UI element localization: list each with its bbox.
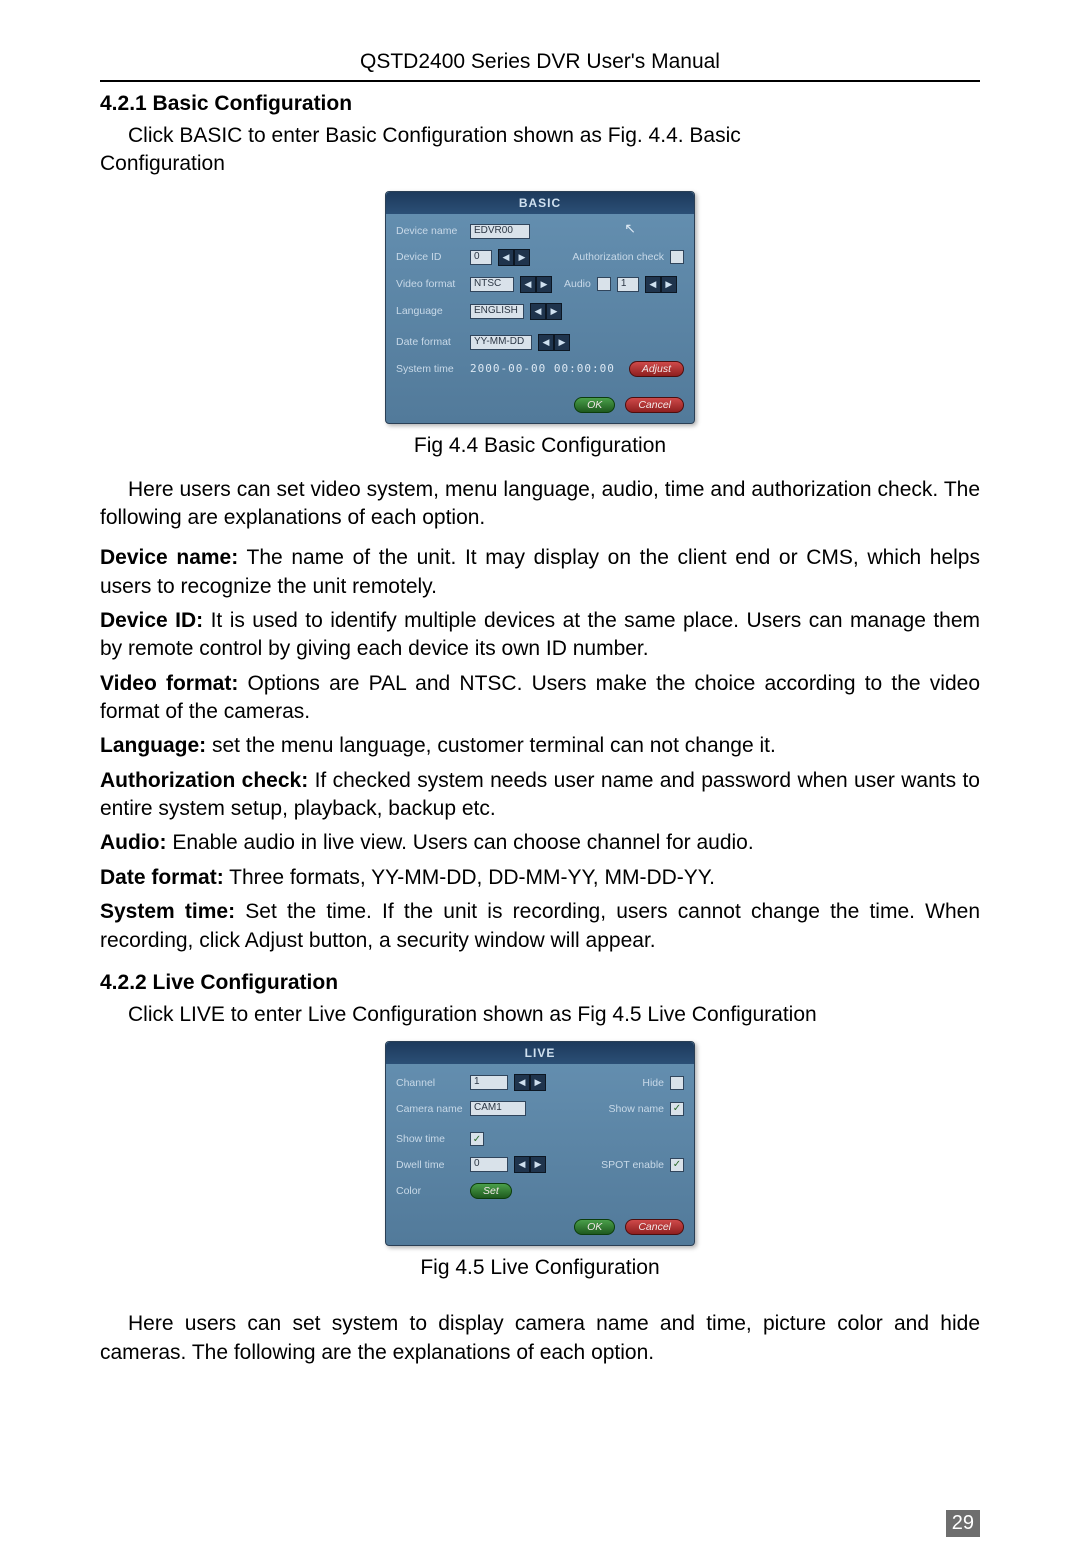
basic-intro-line1: Click BASIC to enter Basic Configuration…	[100, 122, 980, 150]
video-format-select[interactable]: NTSC	[470, 277, 514, 292]
device-id-spinner[interactable]: ◀ ▶	[498, 249, 530, 266]
label-video-format: Video format	[396, 278, 464, 290]
adjust-button[interactable]: Adjust	[629, 361, 684, 377]
opt-audio: Audio: Enable audio in live view. Users …	[100, 829, 980, 857]
date-format-select[interactable]: YY-MM-DD	[470, 335, 532, 350]
spinner-right-icon[interactable]: ▶	[530, 1156, 546, 1173]
spinner-left-icon[interactable]: ◀	[530, 303, 546, 320]
label-show-time: Show time	[396, 1133, 464, 1145]
date-format-spinner[interactable]: ◀ ▶	[538, 334, 570, 351]
cancel-button[interactable]: Cancel	[625, 397, 684, 413]
label-spot-enable: SPOT enable	[601, 1159, 664, 1171]
spinner-right-icon[interactable]: ▶	[661, 276, 677, 293]
audio-checkbox[interactable]	[597, 277, 611, 291]
fig-caption-basic: Fig 4.4 Basic Configuration	[100, 434, 980, 458]
live-dialog-title: LIVE	[386, 1042, 694, 1064]
opt-system-time: System time: Set the time. If the unit i…	[100, 898, 980, 955]
opt-device-id: Device ID: It is used to identify multip…	[100, 607, 980, 664]
label-hide: Hide	[642, 1077, 664, 1089]
language-spinner[interactable]: ◀ ▶	[530, 303, 562, 320]
basic-intro-line2: Configuration	[100, 150, 980, 178]
audio-spinner[interactable]: ◀ ▶	[645, 276, 677, 293]
spinner-right-icon[interactable]: ▶	[536, 276, 552, 293]
live-intro: Click LIVE to enter Live Configuration s…	[100, 1001, 980, 1029]
show-name-checkbox[interactable]: ✓	[670, 1102, 684, 1116]
show-time-checkbox[interactable]: ✓	[470, 1132, 484, 1146]
video-format-spinner[interactable]: ◀ ▶	[520, 276, 552, 293]
label-color: Color	[396, 1185, 464, 1197]
channel-spinner[interactable]: ◀ ▶	[514, 1074, 546, 1091]
label-show-name: Show name	[609, 1103, 664, 1115]
hide-checkbox[interactable]	[670, 1076, 684, 1090]
device-id-input[interactable]: 0	[470, 250, 492, 265]
audio-channel-input[interactable]: 1	[617, 277, 639, 292]
opt-video-format: Video format: Options are PAL and NTSC. …	[100, 670, 980, 727]
cancel-button[interactable]: Cancel	[625, 1219, 684, 1235]
spinner-left-icon[interactable]: ◀	[514, 1074, 530, 1091]
label-audio: Audio	[564, 278, 591, 290]
dwell-time-input[interactable]: 0	[470, 1157, 508, 1172]
basic-para1: Here users can set video system, menu la…	[100, 476, 980, 533]
fig-caption-live: Fig 4.5 Live Configuration	[100, 1256, 980, 1280]
cursor-icon: ↖	[624, 220, 636, 237]
label-device-name: Device name	[396, 225, 464, 237]
camera-name-input[interactable]: CAM1	[470, 1101, 526, 1116]
spinner-left-icon[interactable]: ◀	[538, 334, 554, 351]
label-camera-name: Camera name	[396, 1103, 464, 1115]
spinner-right-icon[interactable]: ▶	[530, 1074, 546, 1091]
label-dwell-time: Dwell time	[396, 1159, 464, 1171]
opt-device-name: Device name: The name of the unit. It ma…	[100, 544, 980, 601]
opt-date-format: Date format: Three formats, YY-MM-DD, DD…	[100, 864, 980, 892]
spinner-left-icon[interactable]: ◀	[514, 1156, 530, 1173]
label-device-id: Device ID	[396, 251, 464, 263]
spinner-right-icon[interactable]: ▶	[514, 249, 530, 266]
live-dialog: LIVE Channel 1 ◀ ▶ Hide Camera name CAM1…	[385, 1041, 695, 1246]
channel-input[interactable]: 1	[470, 1075, 508, 1090]
opt-auth-check: Authorization check: If checked system n…	[100, 767, 980, 824]
spinner-left-icon[interactable]: ◀	[498, 249, 514, 266]
spinner-right-icon[interactable]: ▶	[554, 334, 570, 351]
label-system-time: System time	[396, 363, 464, 375]
auth-check-checkbox[interactable]	[670, 250, 684, 264]
device-name-input[interactable]: EDVR00	[470, 224, 530, 239]
spinner-left-icon[interactable]: ◀	[520, 276, 536, 293]
page-header: QSTD2400 Series DVR User's Manual	[100, 50, 980, 82]
basic-dialog-title: BASIC	[386, 192, 694, 214]
system-time-value[interactable]: 2000-00-00 00:00:00	[470, 362, 615, 375]
page-number: 29	[946, 1510, 980, 1537]
label-date-format: Date format	[396, 336, 464, 348]
spinner-left-icon[interactable]: ◀	[645, 276, 661, 293]
language-select[interactable]: ENGLISH	[470, 304, 524, 319]
section-heading-basic: 4.2.1 Basic Configuration	[100, 92, 980, 116]
spot-enable-checkbox[interactable]: ✓	[670, 1158, 684, 1172]
label-channel: Channel	[396, 1077, 464, 1089]
dwell-time-spinner[interactable]: ◀ ▶	[514, 1156, 546, 1173]
set-button[interactable]: Set	[470, 1183, 512, 1199]
section-heading-live: 4.2.2 Live Configuration	[100, 971, 980, 995]
ok-button[interactable]: OK	[574, 1219, 615, 1235]
label-auth-check: Authorization check	[572, 251, 664, 263]
opt-language: Language: set the menu language, custome…	[100, 732, 980, 760]
spinner-right-icon[interactable]: ▶	[546, 303, 562, 320]
live-para1: Here users can set system to display cam…	[100, 1310, 980, 1367]
label-language: Language	[396, 305, 464, 317]
ok-button[interactable]: OK	[574, 397, 615, 413]
basic-dialog: BASIC ↖ Device name EDVR00 Device ID 0 ◀…	[385, 191, 695, 424]
